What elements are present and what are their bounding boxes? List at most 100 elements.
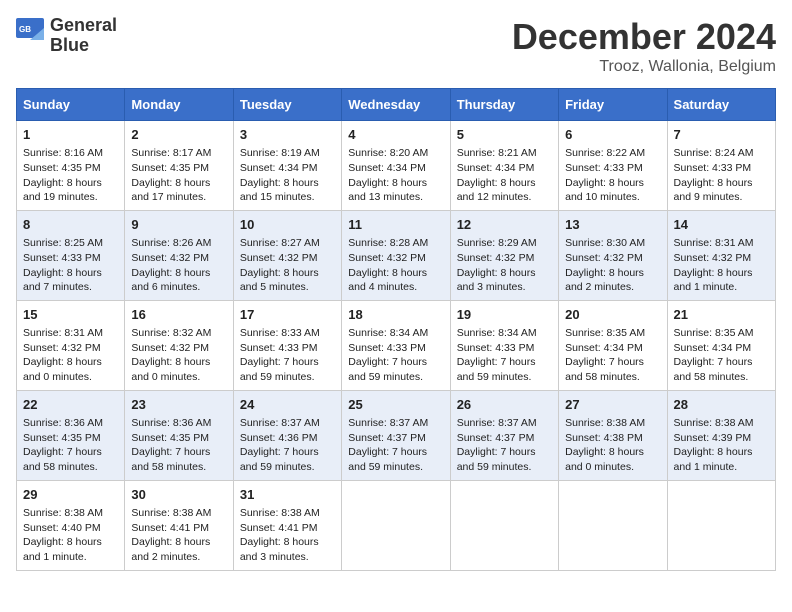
logo-line1: General	[50, 16, 117, 36]
day-cell: 12Sunrise: 8:29 AMSunset: 4:32 PMDayligh…	[450, 210, 558, 300]
sunset-info: Sunset: 4:37 PM	[457, 431, 552, 446]
daylight-info: Daylight: 8 hours and 7 minutes.	[23, 266, 118, 295]
calendar-table: SundayMondayTuesdayWednesdayThursdayFrid…	[16, 88, 776, 571]
weekday-header-wednesday: Wednesday	[342, 89, 450, 121]
day-cell: 9Sunrise: 8:26 AMSunset: 4:32 PMDaylight…	[125, 210, 233, 300]
sunset-info: Sunset: 4:35 PM	[131, 161, 226, 176]
weekday-header-sunday: Sunday	[17, 89, 125, 121]
sunrise-info: Sunrise: 8:28 AM	[348, 236, 443, 251]
daylight-info: Daylight: 8 hours and 5 minutes.	[240, 266, 335, 295]
day-number: 4	[348, 126, 443, 144]
day-cell: 22Sunrise: 8:36 AMSunset: 4:35 PMDayligh…	[17, 390, 125, 480]
sunset-info: Sunset: 4:32 PM	[348, 251, 443, 266]
weekday-header-monday: Monday	[125, 89, 233, 121]
daylight-info: Daylight: 7 hours and 59 minutes.	[348, 445, 443, 474]
week-row-4: 22Sunrise: 8:36 AMSunset: 4:35 PMDayligh…	[17, 390, 776, 480]
day-number: 23	[131, 396, 226, 414]
day-cell: 18Sunrise: 8:34 AMSunset: 4:33 PMDayligh…	[342, 300, 450, 390]
daylight-info: Daylight: 8 hours and 13 minutes.	[348, 176, 443, 205]
week-row-2: 8Sunrise: 8:25 AMSunset: 4:33 PMDaylight…	[17, 210, 776, 300]
daylight-info: Daylight: 8 hours and 3 minutes.	[240, 535, 335, 564]
day-cell: 1Sunrise: 8:16 AMSunset: 4:35 PMDaylight…	[17, 121, 125, 211]
daylight-info: Daylight: 7 hours and 59 minutes.	[240, 355, 335, 384]
day-number: 5	[457, 126, 552, 144]
daylight-info: Daylight: 8 hours and 9 minutes.	[674, 176, 769, 205]
day-cell: 4Sunrise: 8:20 AMSunset: 4:34 PMDaylight…	[342, 121, 450, 211]
sunset-info: Sunset: 4:36 PM	[240, 431, 335, 446]
day-cell	[559, 480, 667, 570]
logo: GB General Blue	[16, 16, 117, 56]
sunset-info: Sunset: 4:33 PM	[674, 161, 769, 176]
daylight-info: Daylight: 8 hours and 3 minutes.	[457, 266, 552, 295]
daylight-info: Daylight: 7 hours and 58 minutes.	[23, 445, 118, 474]
day-cell: 20Sunrise: 8:35 AMSunset: 4:34 PMDayligh…	[559, 300, 667, 390]
title-block: December 2024 Trooz, Wallonia, Belgium	[512, 16, 776, 76]
daylight-info: Daylight: 8 hours and 6 minutes.	[131, 266, 226, 295]
day-cell: 8Sunrise: 8:25 AMSunset: 4:33 PMDaylight…	[17, 210, 125, 300]
daylight-info: Daylight: 8 hours and 4 minutes.	[348, 266, 443, 295]
sunset-info: Sunset: 4:32 PM	[240, 251, 335, 266]
day-number: 18	[348, 306, 443, 324]
sunrise-info: Sunrise: 8:37 AM	[240, 416, 335, 431]
daylight-info: Daylight: 8 hours and 1 minute.	[23, 535, 118, 564]
sunrise-info: Sunrise: 8:22 AM	[565, 146, 660, 161]
daylight-info: Daylight: 8 hours and 17 minutes.	[131, 176, 226, 205]
sunset-info: Sunset: 4:34 PM	[348, 161, 443, 176]
weekday-header-tuesday: Tuesday	[233, 89, 341, 121]
sunrise-info: Sunrise: 8:30 AM	[565, 236, 660, 251]
day-number: 24	[240, 396, 335, 414]
sunrise-info: Sunrise: 8:24 AM	[674, 146, 769, 161]
day-number: 11	[348, 216, 443, 234]
day-cell: 10Sunrise: 8:27 AMSunset: 4:32 PMDayligh…	[233, 210, 341, 300]
daylight-info: Daylight: 8 hours and 12 minutes.	[457, 176, 552, 205]
sunrise-info: Sunrise: 8:38 AM	[240, 506, 335, 521]
day-cell: 5Sunrise: 8:21 AMSunset: 4:34 PMDaylight…	[450, 121, 558, 211]
day-cell: 15Sunrise: 8:31 AMSunset: 4:32 PMDayligh…	[17, 300, 125, 390]
sunrise-info: Sunrise: 8:35 AM	[674, 326, 769, 341]
sunrise-info: Sunrise: 8:33 AM	[240, 326, 335, 341]
weekday-header-saturday: Saturday	[667, 89, 775, 121]
day-number: 30	[131, 486, 226, 504]
weekday-header-friday: Friday	[559, 89, 667, 121]
weekday-header-row: SundayMondayTuesdayWednesdayThursdayFrid…	[17, 89, 776, 121]
day-number: 14	[674, 216, 769, 234]
day-cell: 31Sunrise: 8:38 AMSunset: 4:41 PMDayligh…	[233, 480, 341, 570]
day-cell: 21Sunrise: 8:35 AMSunset: 4:34 PMDayligh…	[667, 300, 775, 390]
daylight-info: Daylight: 8 hours and 19 minutes.	[23, 176, 118, 205]
day-cell: 3Sunrise: 8:19 AMSunset: 4:34 PMDaylight…	[233, 121, 341, 211]
logo-text: General Blue	[50, 16, 117, 56]
daylight-info: Daylight: 8 hours and 15 minutes.	[240, 176, 335, 205]
day-number: 19	[457, 306, 552, 324]
day-number: 16	[131, 306, 226, 324]
sunrise-info: Sunrise: 8:37 AM	[348, 416, 443, 431]
sunset-info: Sunset: 4:33 PM	[348, 341, 443, 356]
daylight-info: Daylight: 8 hours and 2 minutes.	[131, 535, 226, 564]
day-number: 15	[23, 306, 118, 324]
sunrise-info: Sunrise: 8:38 AM	[131, 506, 226, 521]
sunset-info: Sunset: 4:35 PM	[23, 161, 118, 176]
sunset-info: Sunset: 4:38 PM	[565, 431, 660, 446]
daylight-info: Daylight: 7 hours and 58 minutes.	[565, 355, 660, 384]
sunset-info: Sunset: 4:40 PM	[23, 521, 118, 536]
week-row-3: 15Sunrise: 8:31 AMSunset: 4:32 PMDayligh…	[17, 300, 776, 390]
day-number: 22	[23, 396, 118, 414]
day-cell: 14Sunrise: 8:31 AMSunset: 4:32 PMDayligh…	[667, 210, 775, 300]
day-cell: 28Sunrise: 8:38 AMSunset: 4:39 PMDayligh…	[667, 390, 775, 480]
daylight-info: Daylight: 8 hours and 2 minutes.	[565, 266, 660, 295]
sunset-info: Sunset: 4:35 PM	[131, 431, 226, 446]
sunrise-info: Sunrise: 8:35 AM	[565, 326, 660, 341]
daylight-info: Daylight: 7 hours and 59 minutes.	[348, 355, 443, 384]
sunset-info: Sunset: 4:33 PM	[565, 161, 660, 176]
daylight-info: Daylight: 7 hours and 58 minutes.	[131, 445, 226, 474]
daylight-info: Daylight: 8 hours and 0 minutes.	[23, 355, 118, 384]
sunset-info: Sunset: 4:32 PM	[457, 251, 552, 266]
day-cell: 27Sunrise: 8:38 AMSunset: 4:38 PMDayligh…	[559, 390, 667, 480]
day-cell: 25Sunrise: 8:37 AMSunset: 4:37 PMDayligh…	[342, 390, 450, 480]
sunset-info: Sunset: 4:32 PM	[674, 251, 769, 266]
day-number: 25	[348, 396, 443, 414]
sunrise-info: Sunrise: 8:37 AM	[457, 416, 552, 431]
day-number: 2	[131, 126, 226, 144]
day-number: 3	[240, 126, 335, 144]
day-number: 26	[457, 396, 552, 414]
sunrise-info: Sunrise: 8:21 AM	[457, 146, 552, 161]
